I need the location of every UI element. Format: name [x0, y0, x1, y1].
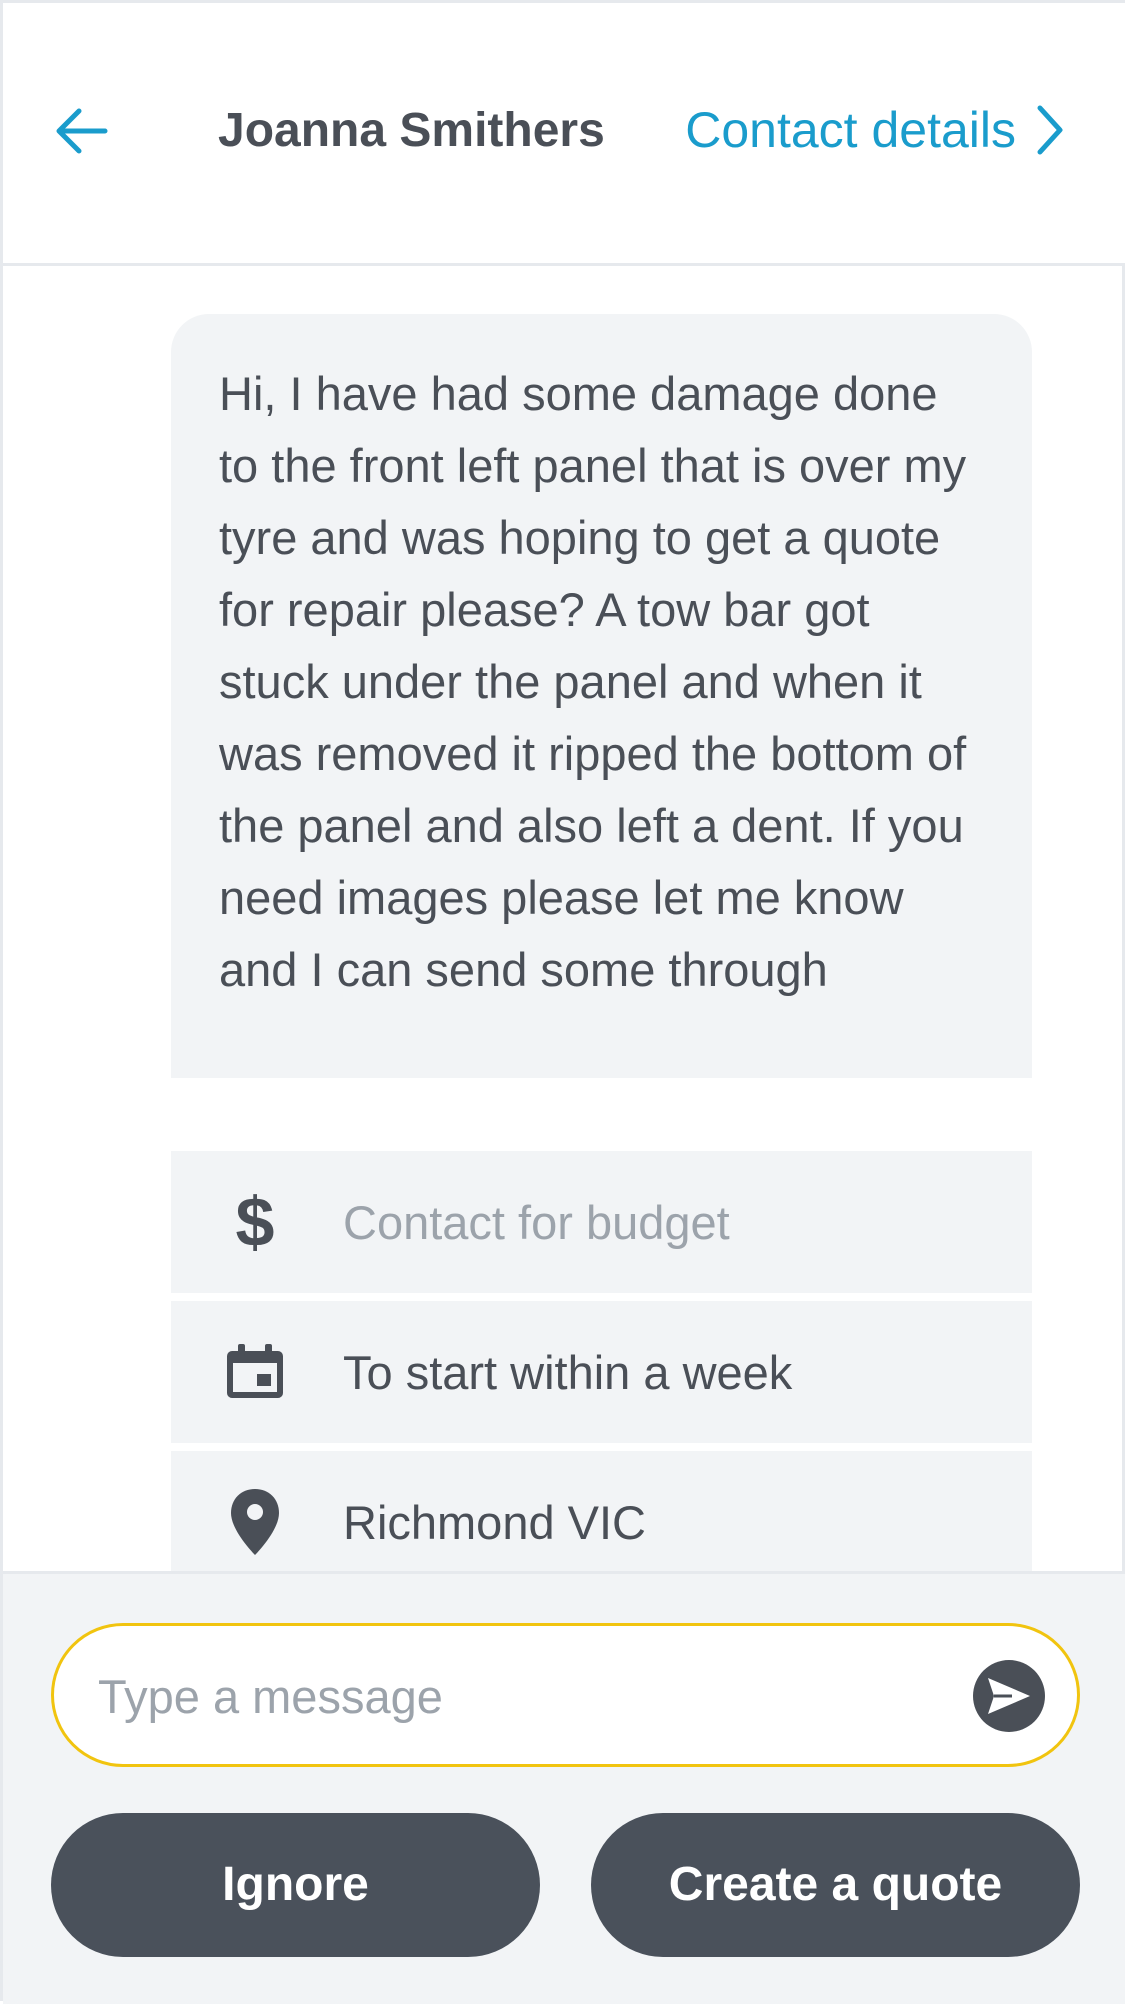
timing-row: To start within a week — [171, 1301, 1032, 1443]
message-input[interactable] — [98, 1656, 898, 1736]
message-composer — [51, 1623, 1080, 1767]
location-label: Richmond VIC — [343, 1495, 646, 1549]
budget-row: $ Contact for budget — [171, 1151, 1032, 1293]
back-button[interactable] — [51, 101, 121, 171]
contact-details-label: Contact details — [685, 102, 1016, 158]
send-icon — [988, 1678, 1030, 1714]
page-title: Joanna Smithers — [218, 104, 605, 157]
chevron-right-icon — [1037, 105, 1063, 155]
budget-label: Contact for budget — [343, 1195, 730, 1249]
timing-label: To start within a week — [343, 1345, 793, 1399]
ignore-button[interactable]: Ignore — [51, 1813, 540, 1957]
location-pin-icon — [215, 1487, 295, 1557]
contact-details-link[interactable]: Contact details — [685, 101, 1066, 159]
header-bar: Joanna Smithers Contact details — [3, 3, 1125, 266]
arrow-left-icon — [56, 108, 108, 154]
message-bubble: Hi, I have had some damage done to the f… — [171, 314, 1032, 1078]
conversation-screen: Joanna Smithers Contact details Hi, I ha… — [0, 0, 1125, 2004]
send-button[interactable] — [973, 1660, 1045, 1732]
dollar-symbol: $ — [235, 1183, 275, 1261]
calendar-icon — [215, 1343, 295, 1401]
create-quote-button[interactable]: Create a quote — [591, 1813, 1080, 1957]
composer-footer: Ignore Create a quote — [3, 1571, 1125, 2004]
dollar-icon: $ — [215, 1182, 295, 1262]
